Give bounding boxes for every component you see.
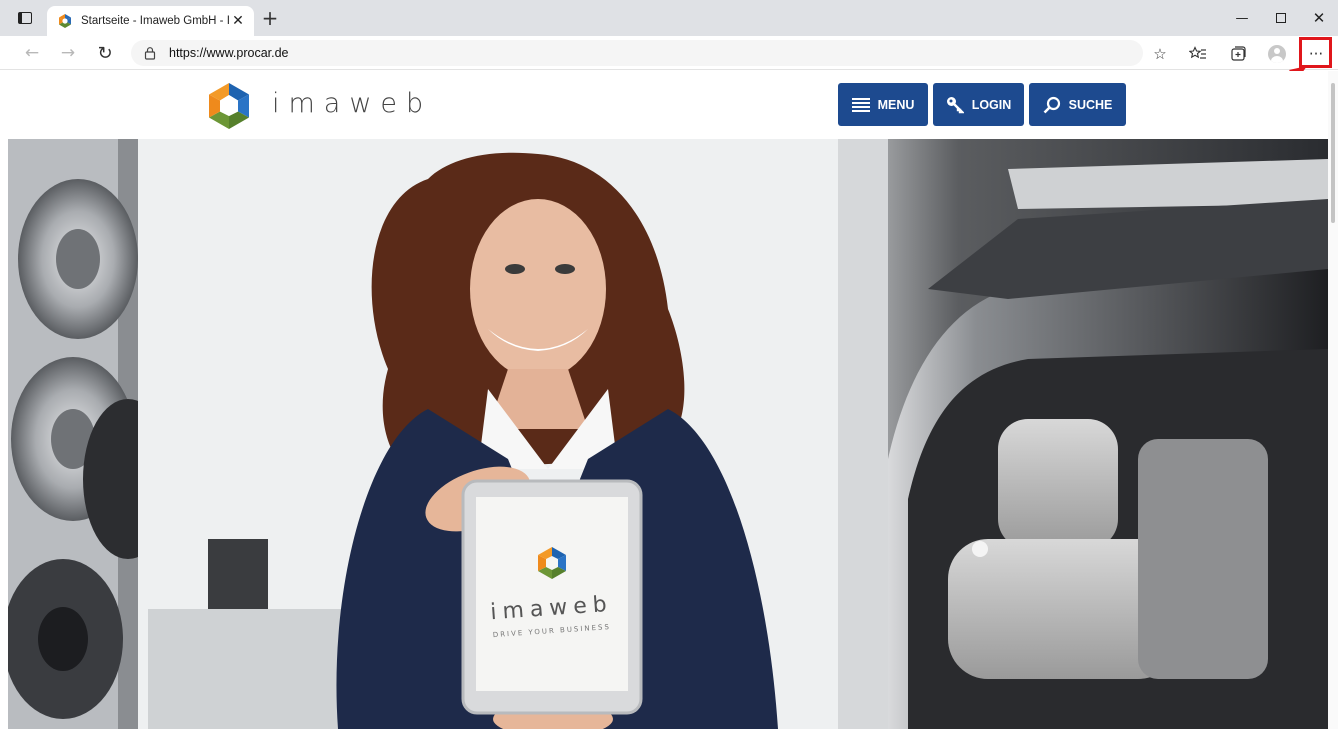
hero-image: imaweb DRIVE YOUR BUSINESS	[8, 139, 1328, 729]
star-plus-icon[interactable]: ☆	[1150, 44, 1170, 64]
login-button[interactable]: LOGIN	[933, 83, 1024, 126]
hamburger-icon	[851, 96, 870, 114]
search-button[interactable]: SUCHE	[1029, 83, 1126, 126]
window-close-icon[interactable]: ✕	[1302, 6, 1336, 30]
minimize-icon[interactable]: —	[1225, 6, 1259, 30]
search-icon	[1043, 96, 1061, 114]
maximize-icon[interactable]	[1264, 6, 1298, 30]
highlight-box	[1299, 37, 1332, 68]
collections-icon[interactable]	[1228, 44, 1248, 64]
address-bar[interactable]	[131, 40, 1143, 66]
brand-name: imaweb	[272, 88, 433, 119]
browser-toolbar: ← → ↻ ☆ ···	[0, 36, 1338, 70]
hero-illustration: imaweb DRIVE YOUR BUSINESS	[8, 139, 1328, 729]
page-scrollbar[interactable]	[1328, 71, 1338, 729]
imaweb-logo-icon[interactable]	[204, 81, 254, 131]
back-arrow-icon[interactable]: ←	[20, 42, 44, 64]
login-label: LOGIN	[971, 97, 1012, 112]
site-header: imaweb MENU LOGIN SUCHE	[0, 71, 1338, 139]
favorites-icon[interactable]	[1188, 44, 1208, 64]
tab-strip: Startseite - Imaweb GmbH - Ima ✕ + — ✕	[0, 0, 1338, 36]
tab-actions-icon[interactable]	[16, 10, 34, 26]
plus-icon[interactable]: +	[260, 8, 280, 29]
tab-title: Startseite - Imaweb GmbH - Ima	[81, 15, 230, 27]
profile-icon[interactable]	[1267, 44, 1287, 64]
active-tab[interactable]: Startseite - Imaweb GmbH - Ima ✕	[47, 6, 254, 36]
forward-arrow-icon[interactable]: →	[56, 42, 80, 64]
close-icon[interactable]: ✕	[230, 13, 246, 29]
url-input[interactable]	[169, 40, 869, 66]
search-label: SUCHE	[1068, 97, 1113, 112]
menu-button[interactable]: MENU	[838, 83, 928, 126]
key-icon	[946, 96, 964, 114]
favicon-icon	[59, 14, 71, 28]
reload-icon[interactable]: ↻	[93, 42, 117, 64]
menu-label: MENU	[877, 97, 915, 112]
lock-icon[interactable]	[143, 46, 157, 60]
